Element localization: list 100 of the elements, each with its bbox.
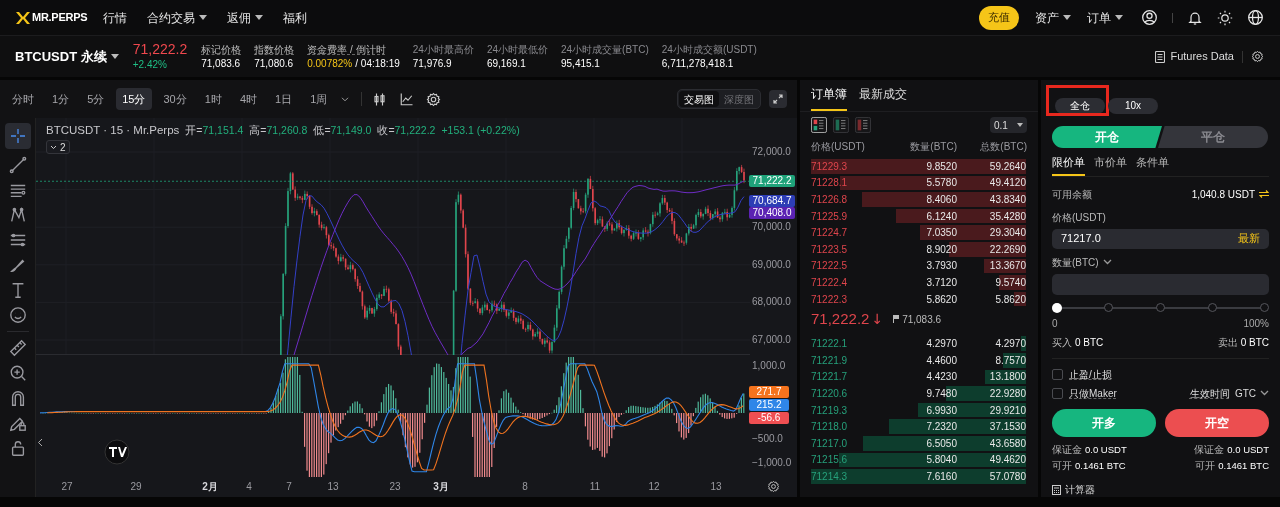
interval-tab[interactable]: 4时 xyxy=(233,88,263,110)
axis-label: 7 xyxy=(286,481,292,493)
order-total: 29.3040 xyxy=(988,226,1026,241)
checkbox[interactable] xyxy=(1052,368,1063,380)
order-type-tab[interactable]: 条件单 xyxy=(1136,154,1169,176)
order-price[interactable]: 71222.4 xyxy=(811,274,848,290)
checkbox[interactable] xyxy=(1052,387,1063,399)
axis-label: 29 xyxy=(130,481,142,493)
orderbook-tab[interactable]: 最新成交 xyxy=(859,85,907,111)
order-price[interactable]: 71221.7 xyxy=(811,369,848,385)
slider-thumb[interactable] xyxy=(1052,302,1062,313)
quantity-input[interactable] xyxy=(1052,273,1269,295)
latest-price-link[interactable]: 最新 xyxy=(1238,230,1260,247)
interval-tab[interactable]: 5分 xyxy=(81,88,111,110)
order-price[interactable]: 71223.5 xyxy=(811,241,848,257)
smiley-icon[interactable] xyxy=(8,306,27,324)
order-price[interactable]: 71220.6 xyxy=(811,385,848,401)
margin-mode-button[interactable]: 全仓 xyxy=(1055,97,1105,114)
futures-data-link[interactable]: Futures Data xyxy=(1155,48,1234,65)
order-type-tab[interactable]: 市价单 xyxy=(1094,154,1127,176)
settings-icon[interactable] xyxy=(767,480,780,493)
expand-button[interactable] xyxy=(769,90,787,108)
order-total: 29.9210 xyxy=(988,403,1026,418)
order-price[interactable]: 71222.3 xyxy=(811,291,848,307)
info-value: 0.1461 BTC xyxy=(1218,458,1269,473)
order-price[interactable]: 71217.0 xyxy=(811,435,848,451)
order-price[interactable]: 71222.1 xyxy=(811,336,848,352)
price-change: +2.42% xyxy=(132,57,168,72)
nav-link[interactable]: 行情 xyxy=(103,8,128,27)
interval-tab[interactable]: 1分 xyxy=(46,88,76,110)
slider-step[interactable] xyxy=(1260,302,1269,312)
layout-icon[interactable] xyxy=(855,117,871,133)
nav-menu[interactable]: 资产 xyxy=(1035,8,1071,27)
symbol-selector[interactable]: BTCUSDT 永续 xyxy=(15,46,119,67)
order-price[interactable]: 71222.5 xyxy=(811,258,848,274)
indicator-toggle[interactable]: 2 xyxy=(46,140,70,154)
order-price[interactable]: 71225.9 xyxy=(811,208,848,224)
interval-tab[interactable]: 分时 xyxy=(6,88,40,110)
logo-icon xyxy=(104,439,130,465)
user-icon[interactable] xyxy=(1141,9,1158,26)
nav-menu[interactable]: 订单 xyxy=(1087,8,1123,27)
fib-tool-icon[interactable] xyxy=(8,231,27,249)
calculator-link[interactable]: 计算器 xyxy=(1052,482,1269,497)
nav-link[interactable]: 返佣 xyxy=(227,8,264,27)
field-label[interactable]: 数量(BTC) xyxy=(1052,254,1099,270)
order-price[interactable]: 71229.3 xyxy=(811,158,848,174)
layout-icon[interactable] xyxy=(811,117,827,133)
view-tab[interactable]: 交易图 xyxy=(679,91,719,107)
indicator-tag: 215.2 xyxy=(749,399,789,411)
chevron-icon[interactable] xyxy=(37,438,43,447)
interval-tab[interactable]: 1周 xyxy=(304,88,334,110)
candlestick-icon[interactable] xyxy=(372,91,388,107)
zoom-in-icon[interactable] xyxy=(8,364,27,382)
swap-icon[interactable] xyxy=(1259,190,1269,198)
settings-icon[interactable] xyxy=(1251,50,1264,63)
order-amount: 3.7930 xyxy=(926,259,957,274)
order-price[interactable]: 71219.3 xyxy=(811,402,848,418)
calculator-icon xyxy=(1052,484,1061,495)
order-price[interactable]: 71228.1 xyxy=(811,175,848,191)
view-tab[interactable]: 深度图 xyxy=(719,91,759,107)
slider-step[interactable] xyxy=(1156,302,1165,312)
margin-mode-button[interactable]: 10x xyxy=(1108,97,1158,114)
nav-link[interactable]: 合约交易 xyxy=(147,8,208,27)
line-chart-icon[interactable] xyxy=(399,91,415,107)
nav-link[interactable]: 福利 xyxy=(283,8,308,27)
order-total: 9.5740 xyxy=(994,275,1026,290)
crosshair-tool[interactable] xyxy=(4,123,31,149)
order-price[interactable]: 71226.8 xyxy=(811,192,848,207)
interval-tab[interactable]: 1日 xyxy=(269,88,299,110)
interval-tab[interactable]: 15分 xyxy=(116,88,152,110)
sun-icon[interactable] xyxy=(1217,9,1233,26)
tif-dropdown[interactable]: GTC xyxy=(1234,385,1269,401)
line-tool-icon[interactable] xyxy=(8,156,27,174)
order-type-tab[interactable]: 限价单 xyxy=(1052,154,1085,176)
interval-tab[interactable]: 1时 xyxy=(198,88,228,110)
order-price[interactable]: 71221.9 xyxy=(811,352,848,368)
order-price[interactable]: 71214.3 xyxy=(811,468,848,484)
precision-dropdown[interactable]: 0.1 xyxy=(990,117,1027,133)
price-input[interactable]: 71217.0 最新 xyxy=(1052,228,1269,249)
order-price[interactable]: 71224.7 xyxy=(811,225,848,241)
axis-label: 11 xyxy=(589,481,601,493)
order-total: 43.8340 xyxy=(988,193,1026,207)
globe-icon[interactable] xyxy=(1247,9,1264,26)
ohlc-label: 收= xyxy=(377,122,395,138)
slider-step[interactable] xyxy=(1208,302,1217,312)
ruler-icon[interactable] xyxy=(8,339,27,357)
position-tab[interactable]: 平仓 xyxy=(1158,126,1268,148)
deposit-button[interactable]: 充值 xyxy=(979,5,1019,30)
pattern-tool-icon[interactable] xyxy=(8,206,27,224)
slider-step[interactable] xyxy=(1104,302,1113,312)
order-price[interactable]: 71215.6 xyxy=(811,452,848,468)
layout-icon[interactable] xyxy=(833,117,849,133)
orderbook-tab[interactable]: 订单簿 xyxy=(811,85,847,111)
settings-icon[interactable] xyxy=(426,91,442,107)
open-short-button[interactable]: 开空 xyxy=(1165,408,1269,437)
chart-panel[interactable] xyxy=(36,118,797,497)
interval-tab[interactable]: 30分 xyxy=(157,88,193,110)
ohlc-label: 开= xyxy=(185,122,203,138)
order-price[interactable]: 71218.0 xyxy=(811,419,848,435)
price-tag: 71,222.2 xyxy=(749,175,795,187)
